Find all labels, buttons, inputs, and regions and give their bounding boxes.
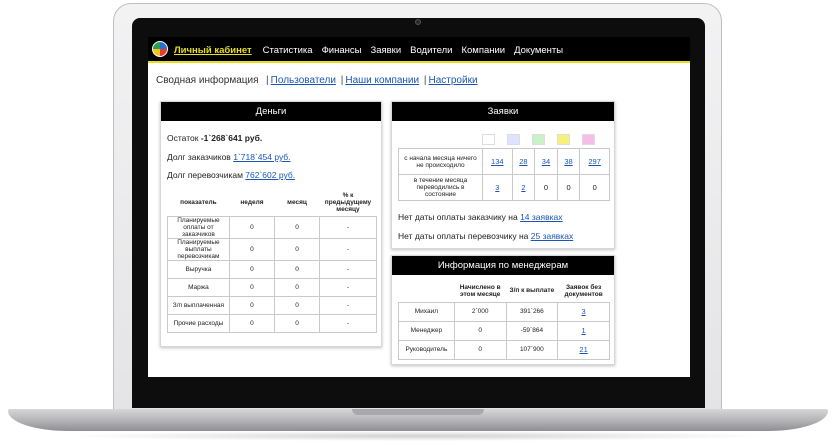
camera-icon bbox=[415, 19, 421, 25]
customers-debt-link[interactable]: 1`718`454 руб. bbox=[233, 152, 290, 162]
laptop-shadow bbox=[60, 431, 776, 441]
table-row: Планируемые выплаты перевозчикам 0 0- bbox=[167, 237, 378, 261]
table-row: Менеджер 0 -59`864 1 bbox=[398, 320, 610, 341]
orders-panel-title: Заявки bbox=[392, 102, 614, 121]
main-nav: Личный кабинет Статистика Финансы Заявки… bbox=[174, 37, 572, 63]
nav-orders[interactable]: Заявки bbox=[370, 45, 401, 56]
table-row: З/п выплаченная 0 0- bbox=[167, 295, 378, 315]
table-row: с начала месяца ничего не происходило 13… bbox=[398, 148, 610, 175]
subnav-settings[interactable]: Настройки bbox=[429, 75, 478, 86]
nav-statistics[interactable]: Статистика bbox=[263, 45, 313, 56]
orders-without-docs-link[interactable]: 3 bbox=[582, 307, 586, 316]
orders-panel: Заявки с начала месяца ничего не происхо… bbox=[391, 101, 615, 249]
table-row: Руководитель 0 107`900 21 bbox=[398, 339, 610, 360]
subnav-summary: Сводная информация bbox=[156, 75, 259, 86]
subnav-users[interactable]: Пользователи bbox=[271, 75, 336, 86]
nav-documents[interactable]: Документы bbox=[514, 45, 563, 56]
orders-count-link[interactable]: 2 bbox=[521, 183, 525, 192]
money-panel: Деньги Остаток -1`268`641 руб. Долг зака… bbox=[160, 101, 382, 347]
app-screen: Личный кабинет Статистика Финансы Заявки… bbox=[148, 37, 690, 377]
customers-debt-line: Долг заказчиков 1`718`454 руб. bbox=[167, 152, 291, 162]
orders-table: с начала месяца ничего не происходило 13… bbox=[398, 148, 610, 201]
status-swatch-green bbox=[532, 134, 545, 145]
orders-count-link[interactable]: 3 bbox=[495, 183, 499, 192]
managers-table: Начислено в этом месяце З/п к выплате За… bbox=[398, 280, 610, 360]
nav-finance[interactable]: Финансы bbox=[322, 45, 362, 56]
orders-count-link[interactable]: 38 bbox=[564, 157, 572, 166]
orders-count-link[interactable]: 134 bbox=[491, 157, 504, 166]
nav-drivers[interactable]: Водители bbox=[410, 45, 452, 56]
orders-without-docs-link[interactable]: 1 bbox=[582, 326, 586, 335]
managers-panel: Информация по менеджерам Начислено в это… bbox=[391, 255, 615, 365]
laptop-notch bbox=[352, 409, 484, 415]
table-row: Маржа 0 0- bbox=[167, 277, 378, 297]
sub-nav: Сводная информация | Пользователи | Наши к… bbox=[156, 75, 478, 86]
managers-panel-title: Информация по менеджерам bbox=[392, 256, 614, 275]
orders-count-link[interactable]: 297 bbox=[588, 157, 601, 166]
table-row: в течение месяца переводились в состояни… bbox=[398, 174, 610, 201]
status-swatch-pink bbox=[582, 134, 595, 145]
table-row: Планируемые оплаты от заказчиков 0 0- bbox=[167, 215, 378, 239]
table-row: Прочие расходы 0 0- bbox=[167, 313, 378, 333]
status-swatch-lavender bbox=[507, 134, 520, 145]
table-row: Михаил 2`000 391`266 3 bbox=[398, 301, 610, 322]
carriers-debt-line: Долг перевозчикам 762`602 руб. bbox=[167, 170, 296, 180]
balance-value: -1`268`641 руб. bbox=[200, 133, 263, 143]
table-row: Выручка 0 0- bbox=[167, 259, 378, 279]
orders-without-docs-link[interactable]: 21 bbox=[579, 345, 587, 354]
money-panel-title: Деньги bbox=[161, 102, 381, 121]
carrier-payment-orders-link[interactable]: 25 заявках bbox=[531, 231, 573, 241]
customer-payment-note: Нет даты оплаты заказчику на 14 заявках bbox=[398, 212, 563, 222]
nav-personal-account[interactable]: Личный кабинет bbox=[174, 45, 252, 56]
nav-companies[interactable]: Компании bbox=[461, 45, 505, 56]
customer-payment-orders-link[interactable]: 14 заявках bbox=[520, 212, 562, 222]
orders-count-link[interactable]: 28 bbox=[519, 157, 527, 166]
status-swatch-yellow bbox=[557, 134, 570, 145]
top-nav-bar: Личный кабинет Статистика Финансы Заявки… bbox=[148, 37, 690, 63]
logo-icon[interactable] bbox=[152, 41, 168, 57]
subnav-our-companies[interactable]: Наши компании bbox=[345, 75, 419, 86]
money-table: показатель неделя месяц % к предыдущему … bbox=[167, 190, 378, 333]
balance-line: Остаток -1`268`641 руб. bbox=[167, 133, 263, 143]
carriers-debt-link[interactable]: 762`602 руб. bbox=[245, 170, 295, 180]
status-swatch-white bbox=[482, 134, 495, 145]
status-color-legend bbox=[482, 134, 595, 145]
orders-count-link[interactable]: 34 bbox=[542, 157, 550, 166]
carrier-payment-note: Нет даты оплаты перевозчику на 25 заявка… bbox=[398, 231, 574, 241]
